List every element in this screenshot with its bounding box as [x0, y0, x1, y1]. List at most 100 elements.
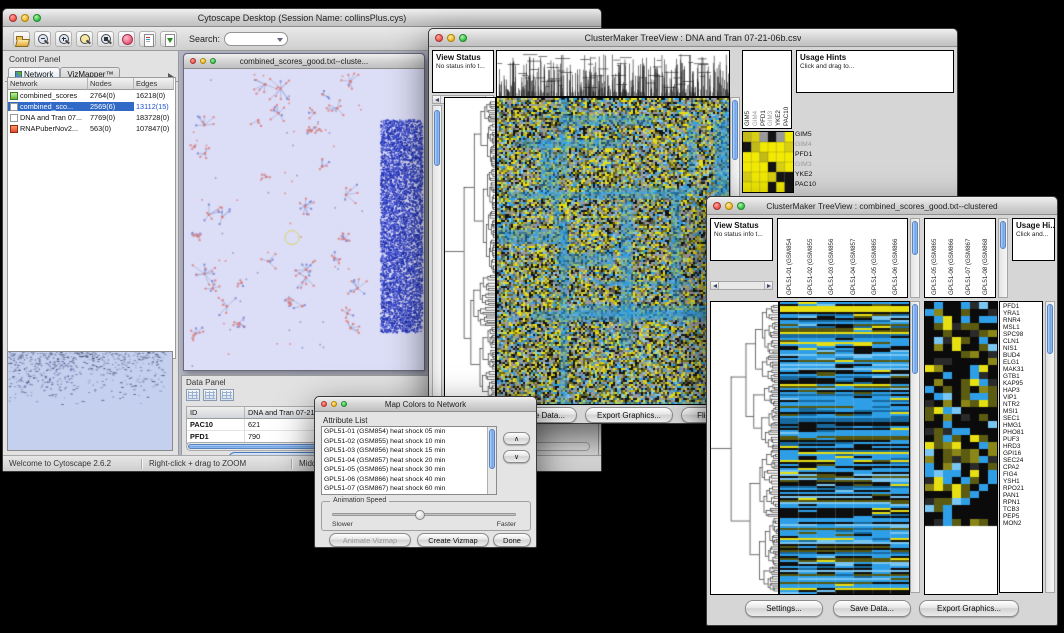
- attribute-item[interactable]: GPL51-04 (GSM857) heat shock 20 min: [322, 456, 487, 466]
- save-data-button[interactable]: Save Data...: [833, 600, 911, 617]
- close-button[interactable]: [9, 14, 17, 22]
- header-edges[interactable]: Edges: [134, 78, 174, 90]
- import-doc-icon[interactable]: [160, 31, 177, 47]
- gene-label[interactable]: PEP5: [1003, 513, 1042, 520]
- close-button[interactable]: [190, 58, 196, 64]
- gene-label[interactable]: RPO21: [1003, 485, 1042, 492]
- zoom-region-icon[interactable]: [76, 31, 93, 47]
- gene-label[interactable]: TCB3: [1003, 506, 1042, 513]
- gene-label[interactable]: BUD4: [1003, 352, 1042, 359]
- global-heatmap-canvas[interactable]: [779, 301, 910, 595]
- scroll-left-icon[interactable]: [711, 282, 719, 289]
- attribute-item[interactable]: GPL51-07 (GSM867) heat shock 60 min: [322, 484, 487, 494]
- gene-label[interactable]: PAN1: [1003, 492, 1042, 499]
- zoom-button[interactable]: [737, 202, 745, 210]
- gene-label[interactable]: MSI1: [1003, 408, 1042, 415]
- attribute-item[interactable]: GPL51-02 (GSM855) heat shock 10 min: [322, 437, 487, 447]
- gene-label[interactable]: MSL1: [1003, 324, 1042, 331]
- network-graph-canvas[interactable]: [184, 69, 424, 370]
- vscroll-thumb[interactable]: [912, 304, 918, 374]
- network-row[interactable]: RNAPuberNov2... 563(0) 107847(0): [8, 123, 175, 134]
- minimize-button[interactable]: [725, 202, 733, 210]
- gene-label[interactable]: RPN1: [1003, 499, 1042, 506]
- create-vizmap-button[interactable]: Create Vizmap: [417, 533, 489, 547]
- minimize-button[interactable]: [200, 58, 206, 64]
- header-network[interactable]: Network: [8, 78, 88, 90]
- vscroll-thumb[interactable]: [912, 221, 918, 255]
- correlation-matrix-canvas[interactable]: [742, 131, 794, 193]
- gene-label[interactable]: YRA1: [1003, 310, 1042, 317]
- animation-speed-slider[interactable]: [332, 513, 516, 516]
- gene-label[interactable]: MAK31: [1003, 366, 1042, 373]
- attribute-select-icon[interactable]: [186, 389, 200, 401]
- gene-label[interactable]: HMG1: [1003, 422, 1042, 429]
- vscroll-thumb[interactable]: [732, 100, 738, 160]
- gene-label[interactable]: HAP3: [1003, 387, 1042, 394]
- annotation-icon[interactable]: [118, 31, 135, 47]
- move-up-button[interactable]: ∧: [503, 432, 530, 445]
- export-graphics-button[interactable]: Export Graphics...: [919, 600, 1019, 617]
- vscroll-thumb[interactable]: [434, 110, 440, 166]
- left-vscrollbar[interactable]: [432, 105, 442, 403]
- new-doc-icon[interactable]: [139, 31, 156, 47]
- gene-list-vscrollbar[interactable]: [1045, 301, 1055, 593]
- done-button[interactable]: Done: [493, 533, 531, 547]
- attribute-table-icon[interactable]: [203, 389, 217, 401]
- gene-label[interactable]: SPC98: [1003, 331, 1042, 338]
- gene-label[interactable]: GPI16: [1003, 450, 1042, 457]
- zoom-button[interactable]: [210, 58, 216, 64]
- vscroll-thumb[interactable]: [1047, 304, 1053, 354]
- zoom-heatmap-canvas[interactable]: [924, 301, 998, 595]
- header-nodes[interactable]: Nodes: [88, 78, 134, 90]
- gene-label[interactable]: RNR4: [1003, 317, 1042, 324]
- slider-thumb[interactable]: [415, 510, 425, 520]
- heatmap-canvas[interactable]: [496, 97, 730, 405]
- network-overview-panel[interactable]: [7, 351, 173, 451]
- labels-vscrollbar[interactable]: [910, 218, 920, 298]
- animate-vizmap-button[interactable]: Animate Vizmap: [329, 533, 411, 547]
- search-combobox[interactable]: [224, 32, 288, 46]
- network-view-titlebar[interactable]: combined_scores_good.txt--cluste...: [184, 54, 424, 69]
- move-down-button[interactable]: ∨: [503, 450, 530, 463]
- attribute-item[interactable]: GPL51-05 (GSM865) heat shock 30 min: [322, 465, 487, 475]
- zoom-button[interactable]: [341, 401, 347, 407]
- gene-label[interactable]: GTB1: [1003, 373, 1042, 380]
- gene-label[interactable]: YSH1: [1003, 478, 1042, 485]
- gene-label[interactable]: MON2: [1003, 520, 1042, 527]
- minimize-button[interactable]: [21, 14, 29, 22]
- network-row[interactable]: combined_scores 2764(0) 16218(0): [8, 90, 175, 101]
- zoom-button[interactable]: [459, 34, 467, 42]
- header-id[interactable]: ID: [187, 407, 245, 419]
- list-vscrollbar[interactable]: [487, 427, 496, 494]
- network-row[interactable]: DNA and Tran 07... 7769(0) 183728(0): [8, 112, 175, 123]
- gene-label[interactable]: SEC24: [1003, 457, 1042, 464]
- open-folder-icon[interactable]: [13, 31, 30, 47]
- attribute-item[interactable]: GPL51-03 (GSM856) heat shock 15 min: [322, 446, 487, 456]
- heatmap-vscrollbar[interactable]: [910, 301, 920, 593]
- minimize-button[interactable]: [447, 34, 455, 42]
- gene-label[interactable]: HRD3: [1003, 443, 1042, 450]
- treeview2-titlebar[interactable]: ClusterMaker TreeView : combined_scores_…: [707, 197, 1057, 215]
- column-dendrogram-canvas[interactable]: [496, 50, 730, 97]
- gene-label[interactable]: PHO81: [1003, 429, 1042, 436]
- gene-label[interactable]: CPA2: [1003, 464, 1042, 471]
- dialog-titlebar[interactable]: Map Colors to Network: [315, 397, 536, 412]
- gene-label[interactable]: KAP95: [1003, 380, 1042, 387]
- attribute-item[interactable]: GPL51-06 (GSM866) heat shock 40 min: [322, 475, 487, 485]
- gene-label[interactable]: ELG1: [1003, 359, 1042, 366]
- vscroll-thumb[interactable]: [1000, 221, 1006, 249]
- row-dendrogram-canvas[interactable]: [710, 301, 779, 595]
- gene-label[interactable]: CLN1: [1003, 338, 1042, 345]
- network-row[interactable]: combined_sco... 2569(6) 13112(15): [8, 101, 175, 112]
- zoom-button[interactable]: [33, 14, 41, 22]
- gene-label[interactable]: NTR2: [1003, 401, 1042, 408]
- gene-label[interactable]: NIS1: [1003, 345, 1042, 352]
- labels-vscrollbar2[interactable]: [998, 218, 1008, 298]
- attribute-item[interactable]: GPL51-01 (GSM854) heat shock 05 min: [322, 427, 487, 437]
- treeview1-titlebar[interactable]: ClusterMaker TreeView : DNA and Tran 07-…: [429, 29, 957, 47]
- matrix-view-icon[interactable]: [220, 389, 234, 401]
- settings-button[interactable]: Settings...: [745, 600, 823, 617]
- gene-label[interactable]: PUF3: [1003, 436, 1042, 443]
- gene-label[interactable]: FIG4: [1003, 471, 1042, 478]
- zoom-fit-icon[interactable]: [97, 31, 114, 47]
